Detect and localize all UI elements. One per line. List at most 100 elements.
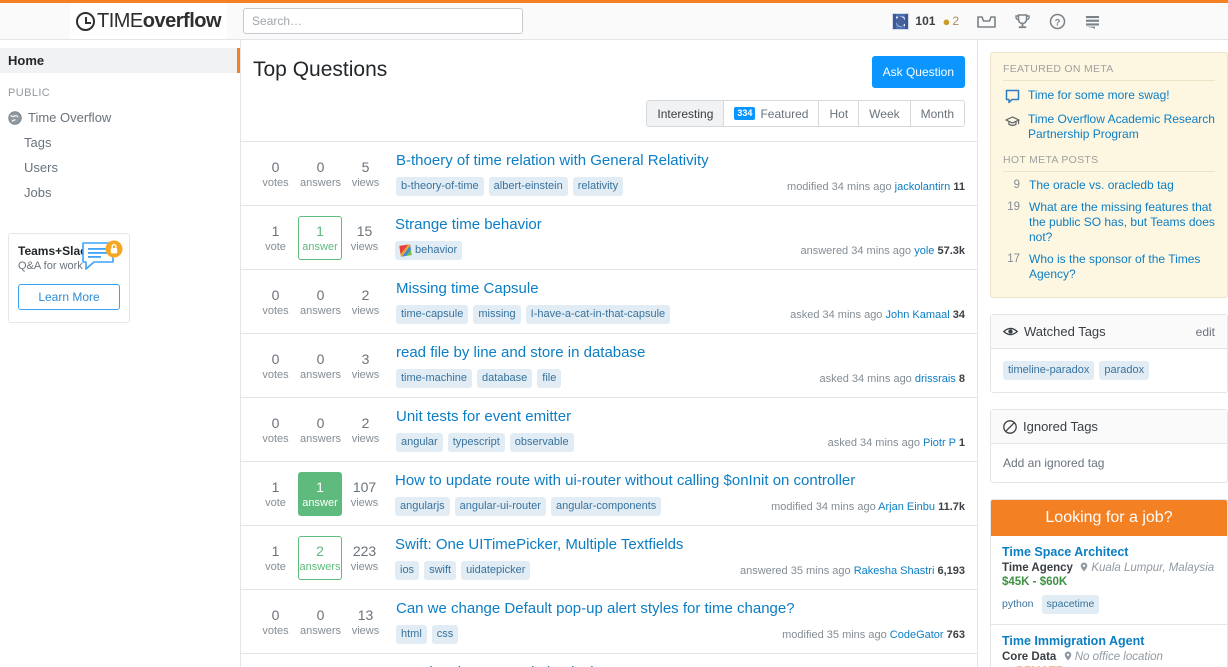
site-logo[interactable]: TIME overflow <box>70 3 228 39</box>
question-tag[interactable]: angularjs <box>395 497 450 516</box>
question-author-link[interactable]: Piotr P <box>923 437 959 449</box>
sidebar-item-time-overflow[interactable]: Time Overflow <box>0 105 240 130</box>
search-box[interactable] <box>243 8 524 34</box>
question-tag[interactable]: time-capsule <box>396 305 469 324</box>
job-tag[interactable]: spacetime <box>1041 595 1100 614</box>
question-tag[interactable]: uidatepicker <box>461 561 531 580</box>
question-title-link[interactable]: Strange time behavior <box>395 216 542 234</box>
vote-label: votes <box>262 368 289 381</box>
question-author-link[interactable]: drissrais <box>915 373 959 385</box>
job-title-link[interactable]: Time Immigration Agent <box>1002 634 1216 648</box>
meta-item[interactable]: Time for some more swag! <box>1003 83 1215 107</box>
question-author-link[interactable]: Rakesha Shastri <box>854 565 938 577</box>
ask-question-button[interactable]: Ask Question <box>871 56 965 88</box>
question-title-link[interactable]: Missing time Capsule <box>396 280 539 298</box>
question-title-link[interactable]: read file by line and store in database <box>396 344 645 362</box>
view-count: 2 <box>361 286 370 303</box>
job-listing[interactable]: Time Space Architect Time Agency Kuala L… <box>991 536 1227 625</box>
hot-meta-item[interactable]: 17 Who is the sponsor of the Times Agenc… <box>1003 248 1215 285</box>
question-row[interactable]: 0 votes 0 answers 2 views Unit tests for event… <box>241 398 977 462</box>
watched-tags-title: Watched Tags <box>1024 324 1106 339</box>
question-title-link[interactable]: Swift: One UITimePicker, Multiple Textfi… <box>395 536 683 554</box>
question-tag[interactable]: angular-ui-router <box>454 497 546 516</box>
watched-tag[interactable]: paradox <box>1099 361 1150 380</box>
question-tag[interactable]: angular <box>396 433 443 452</box>
question-author-link[interactable]: jackolantirn <box>895 181 954 193</box>
sidebar-item-tags[interactable]: Tags <box>0 130 240 155</box>
sidebar-item-users-label: Users <box>24 160 58 175</box>
question-tag[interactable]: relativity <box>572 177 624 196</box>
question-row[interactable]: 1 vote 2 answers 223 views Swift: One UITimePi… <box>241 526 977 590</box>
achievements-button[interactable] <box>1005 3 1040 39</box>
site-switcher-button[interactable] <box>1075 3 1110 39</box>
vote-label: votes <box>262 624 289 637</box>
meta-item-link[interactable]: Time for some more swag! <box>1028 88 1170 103</box>
tab-interesting[interactable]: Interesting <box>647 101 725 126</box>
question-row[interactable]: 0 votes 0 answers 13 views Can we change Defau… <box>241 590 977 654</box>
question-tag[interactable]: missing <box>473 305 521 324</box>
question-tag[interactable]: albert-einstein <box>488 177 568 196</box>
tab-hot[interactable]: Hot <box>819 101 860 126</box>
question-title-link[interactable]: Can we change Default pop-up alert style… <box>396 600 795 618</box>
question-tag[interactable]: ios <box>395 561 420 580</box>
question-title-link[interactable]: B-thoery of time relation with General R… <box>396 152 709 170</box>
question-meta-line: angular typescript observable asked 34 mins… <box>396 433 965 452</box>
question-title-link[interactable]: Unit tests for event emitter <box>396 408 571 426</box>
learn-more-button[interactable]: Learn More <box>18 284 120 310</box>
hot-meta-link[interactable]: What are the missing features that the p… <box>1029 200 1215 245</box>
question-author-link[interactable]: CodeGator <box>890 629 947 641</box>
question-tag[interactable]: swift <box>424 561 457 580</box>
question-row[interactable]: 0 votes 0 answers 5 views B-thoery of time rel… <box>241 142 977 206</box>
question-author-reputation: 34 <box>952 308 965 321</box>
question-author-link[interactable]: Arjan Einbu <box>878 501 938 513</box>
tab-month[interactable]: Month <box>910 101 964 126</box>
question-tag[interactable]: observable <box>509 433 574 452</box>
question-tag[interactable]: css <box>431 625 459 644</box>
hot-meta-link[interactable]: The oracle vs. oracledb tag <box>1029 178 1174 193</box>
job-salary: $45K - $60K <box>1002 576 1068 588</box>
search-input[interactable] <box>252 14 515 28</box>
question-row[interactable]: 1 vote 1 answer 107 views How to update route … <box>241 462 977 526</box>
question-tag-label: relativity <box>577 180 619 192</box>
question-tag[interactable]: behavior <box>395 241 463 260</box>
sidebar-item-jobs[interactable]: Jobs <box>0 180 240 205</box>
job-title-link[interactable]: Time Space Architect <box>1002 545 1216 559</box>
inbox-button[interactable] <box>968 3 1005 39</box>
hot-meta-item[interactable]: 19 What are the missing features that th… <box>1003 196 1215 248</box>
job-tag[interactable]: python <box>1002 595 1037 614</box>
ignored-tags-body[interactable]: Add an ignored tag <box>991 444 1227 482</box>
question-author-link[interactable]: John Kamaal <box>885 309 952 321</box>
watched-tags-panel: Watched Tags edit timeline-paradox parad… <box>990 314 1228 393</box>
tab-featured[interactable]: 334 Featured <box>724 101 820 126</box>
question-title-link[interactable]: How to update route with ui-router witho… <box>395 472 855 490</box>
hot-meta-item[interactable]: 9 The oracle vs. oracledb tag <box>1003 174 1215 196</box>
question-tag[interactable]: file <box>537 369 562 388</box>
user-profile-link[interactable]: 101 ● 2 <box>883 3 968 39</box>
question-row[interactable]: 0 votes 0 answers 3 views read file by line an… <box>241 334 977 398</box>
sidebar-item-home[interactable]: Home <box>0 48 240 73</box>
question-row[interactable]: 0 votes 0 answers 2 views Missing time Capsule… <box>241 270 977 334</box>
job-listing[interactable]: Time Immigration Agent Core Data No offi… <box>991 625 1227 667</box>
question-row[interactable]: 1 vote 1 answer 15 views Strange time behavior… <box>241 206 977 270</box>
question-row[interactable]: 0votes0answers6viewsGet data in a scenar… <box>241 654 977 667</box>
ignored-tags-header-left: Ignored Tags <box>1003 419 1098 434</box>
question-tag[interactable]: typescript <box>447 433 505 452</box>
hot-meta-link[interactable]: Who is the sponsor of the Times Agency? <box>1029 252 1215 282</box>
watched-tag[interactable]: timeline-paradox <box>1003 361 1095 380</box>
watched-tags-edit-link[interactable]: edit <box>1196 325 1215 339</box>
question-tag[interactable]: I-have-a-cat-in-that-capsule <box>525 305 671 324</box>
add-ignored-tag-input[interactable]: Add an ignored tag <box>1003 456 1215 470</box>
question-signature: modified 34 mins ago jackolantirn 11 <box>777 181 965 193</box>
question-tag[interactable]: b-theory-of-time <box>396 177 484 196</box>
question-tag[interactable]: html <box>396 625 427 644</box>
sidebar-item-users[interactable]: Users <box>0 155 240 180</box>
question-tag[interactable]: time-machine <box>396 369 473 388</box>
question-author-link[interactable]: yole <box>914 245 937 257</box>
question-tag[interactable]: angular-components <box>550 497 662 516</box>
view-count: 2 <box>361 414 370 431</box>
meta-item-link[interactable]: Time Overflow Academic Research Partners… <box>1028 112 1215 142</box>
tab-week[interactable]: Week <box>859 101 911 126</box>
meta-item[interactable]: Time Overflow Academic Research Partners… <box>1003 107 1215 145</box>
question-tag[interactable]: database <box>477 369 533 388</box>
help-button[interactable]: ? <box>1040 3 1075 39</box>
